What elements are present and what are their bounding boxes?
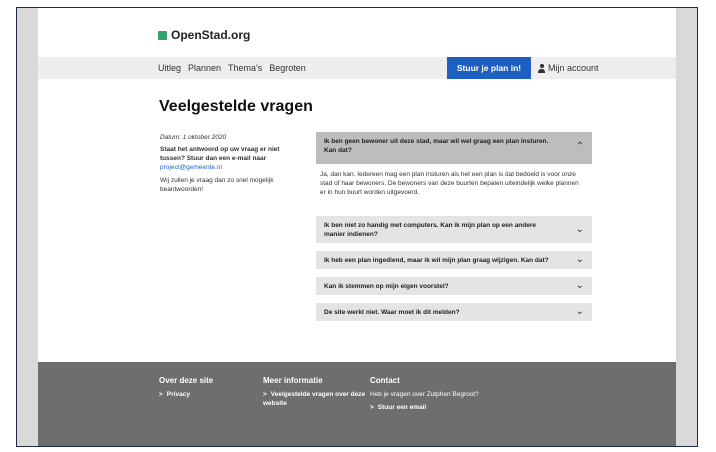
email-link[interactable]: project@gemeente.nl bbox=[160, 164, 222, 171]
site-footer: Over deze site > Privacy Meer informatie … bbox=[38, 362, 676, 446]
footer-link-email[interactable]: > Stuur een email bbox=[370, 403, 480, 412]
site-logo[interactable]: OpenStad.org bbox=[158, 28, 250, 42]
faq-question: Ik ben geen bewoner uit deze stad, maar … bbox=[324, 138, 549, 154]
footer-link-label: Stuur een email bbox=[377, 404, 427, 411]
chevron-down-icon: ⌄ bbox=[575, 280, 584, 291]
nav-item-uitleg[interactable]: Uitleg bbox=[158, 63, 181, 73]
chevron-down-icon: ⌄ bbox=[575, 306, 584, 317]
chevron-right-icon: > bbox=[159, 391, 163, 398]
faq-item[interactable]: De site werkt niet. Waar moet ik dit mel… bbox=[316, 303, 592, 321]
footer-heading: Meer informatie bbox=[263, 376, 323, 385]
faq-item[interactable]: Ik ben geen bewoner uit deze stad, maar … bbox=[316, 132, 592, 164]
chevron-down-icon: ⌄ bbox=[575, 254, 584, 265]
footer-column-about: Over deze site > Privacy bbox=[159, 376, 249, 399]
date-text: Datum: 1 oktober 2020 bbox=[160, 134, 227, 141]
footer-column-contact: Contact Heb je vragen over Zutphen Begro… bbox=[370, 376, 480, 412]
chevron-up-icon: ⌃ bbox=[575, 141, 584, 152]
account-label: Mijn account bbox=[548, 63, 599, 73]
faq-question: Ik heb een plan ingediend, maar ik wil m… bbox=[324, 257, 549, 264]
page-title: Veelgestelde vragen bbox=[159, 98, 313, 115]
faq-question: Kan ik stemmen op mijn eigen voorstel? bbox=[324, 283, 449, 290]
footer-link-privacy[interactable]: > Privacy bbox=[159, 390, 249, 399]
faq-item[interactable]: Ik ben niet zo handig met computers. Kan… bbox=[316, 216, 592, 243]
footer-contact-text: Heb je vragen over Zutphen Begroot? bbox=[370, 391, 479, 398]
footer-link-label: Privacy bbox=[166, 391, 190, 398]
contact-prompt: Staat het antwoord op uw vraag er niet t… bbox=[160, 145, 300, 172]
page: OpenStad.org Uitleg Plannen Thema's Begr… bbox=[38, 8, 676, 446]
chevron-right-icon: > bbox=[263, 391, 267, 398]
nav-item-plannen[interactable]: Plannen bbox=[188, 63, 221, 73]
logo-icon bbox=[158, 30, 167, 40]
faq-answer: Ja, dan kan. Iedereen mag een plan instu… bbox=[316, 164, 592, 216]
faq-info: Datum: 1 oktober 2020 Staat het antwoord… bbox=[160, 133, 300, 194]
faq-item[interactable]: Kan ik stemmen op mijn eigen voorstel? ⌄ bbox=[316, 277, 592, 295]
main-nav: Uitleg Plannen Thema's Begroten Stuur je… bbox=[38, 57, 676, 79]
account-link[interactable]: Mijn account bbox=[538, 63, 599, 73]
browser-frame: OpenStad.org Uitleg Plannen Thema's Begr… bbox=[16, 7, 698, 447]
footer-heading: Over deze site bbox=[159, 376, 214, 385]
chevron-down-icon: ⌄ bbox=[575, 223, 584, 235]
chevron-right-icon: > bbox=[370, 404, 374, 411]
footer-link-label: Veelgestelde vragen over deze website bbox=[263, 391, 366, 407]
nav-links: Uitleg Plannen Thema's Begroten bbox=[158, 63, 306, 73]
faq-question: Ik ben niet zo handig met computers. Kan… bbox=[324, 222, 537, 238]
footer-heading: Contact bbox=[370, 376, 400, 385]
brand-name: OpenStad.org bbox=[171, 28, 251, 42]
submit-plan-button[interactable]: Stuur je plan in! bbox=[447, 57, 531, 79]
nav-item-themas[interactable]: Thema's bbox=[228, 63, 262, 73]
faq-question: De site werkt niet. Waar moet ik dit mel… bbox=[324, 309, 460, 316]
contact-prompt-text: Staat het antwoord op uw vraag er niet t… bbox=[160, 146, 280, 162]
faq-list: Ik ben geen bewoner uit deze stad, maar … bbox=[316, 132, 592, 329]
user-icon bbox=[538, 63, 545, 73]
footer-link-faq[interactable]: > Veelgestelde vragen over deze website bbox=[263, 390, 367, 408]
footer-column-info: Meer informatie > Veelgestelde vragen ove… bbox=[263, 376, 367, 408]
nav-item-begroten[interactable]: Begroten bbox=[269, 63, 306, 73]
faq-item[interactable]: Ik heb een plan ingediend, maar ik wil m… bbox=[316, 251, 592, 269]
response-note: Wij zullen je vraag dan zo snel mogelijk… bbox=[160, 177, 274, 193]
